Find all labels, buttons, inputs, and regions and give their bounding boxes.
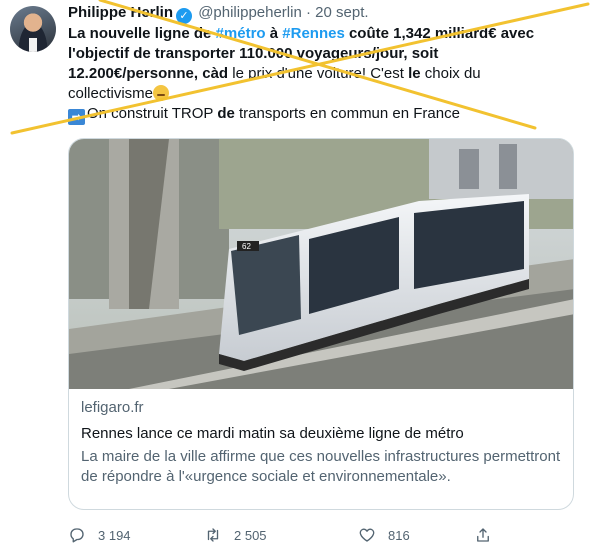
share-icon (477, 528, 489, 542)
tweet-actions: 3 194 2 505 816 (68, 523, 568, 547)
link-card[interactable]: 62 lefigaro.fr Rennes lance ce mardi mat… (68, 138, 574, 510)
reply-icon (70, 528, 84, 543)
reply-button[interactable]: 3 194 (68, 523, 131, 547)
like-button[interactable]: 816 (358, 523, 410, 547)
tweet-text-part: transports en commun en France (234, 105, 460, 122)
tweet-text-part: le (408, 65, 421, 82)
card-domain: lefigaro.fr (81, 399, 144, 416)
hashtag-rennes[interactable]: #Rennes (282, 25, 345, 42)
tweet-text-part: La nouvelle ligne de (68, 25, 216, 42)
tweet-text-part: de (217, 105, 235, 122)
card-image[interactable]: 62 (69, 139, 574, 389)
card-title[interactable]: Rennes lance ce mardi matin sa deuxième … (81, 424, 567, 444)
share-button[interactable] (474, 523, 492, 547)
card-body: lefigaro.fr Rennes lance ce mardi matin … (81, 394, 567, 487)
retweet-button[interactable]: 2 505 (204, 523, 267, 547)
retweet-count: 2 505 (234, 527, 267, 543)
verified-badge-icon: ✓ (176, 8, 193, 24)
tweet-text-part: à (265, 25, 283, 42)
tweet-text: La nouvelle ligne de #métro à #Rennes co… (68, 24, 568, 125)
hashtag-metro[interactable]: #métro (216, 25, 266, 42)
reply-count: 3 194 (98, 527, 131, 543)
tweet-date[interactable]: 20 sept. (315, 4, 368, 21)
tweet-text-part: On construit TROP (87, 105, 218, 122)
train-number: 62 (242, 242, 251, 251)
author-name[interactable]: Philippe Herlin (68, 4, 173, 21)
card-description: La maire de la ville affirme que ces nou… (81, 448, 561, 485)
right-arrow-emoji: ➡ (68, 109, 85, 125)
header-separator: · (305, 4, 311, 21)
retweet-icon (207, 528, 219, 542)
tweet-header: Philippe Herlin ✓ @philippeherlin · 20 se… (68, 4, 369, 24)
avatar[interactable] (10, 6, 56, 52)
grimace-emoji (153, 85, 170, 101)
tweet-text-part: le prix d'une voiture! C'est (232, 65, 409, 82)
like-count: 816 (388, 527, 410, 543)
author-handle[interactable]: @philippeherlin (198, 4, 302, 21)
like-icon (359, 528, 375, 542)
